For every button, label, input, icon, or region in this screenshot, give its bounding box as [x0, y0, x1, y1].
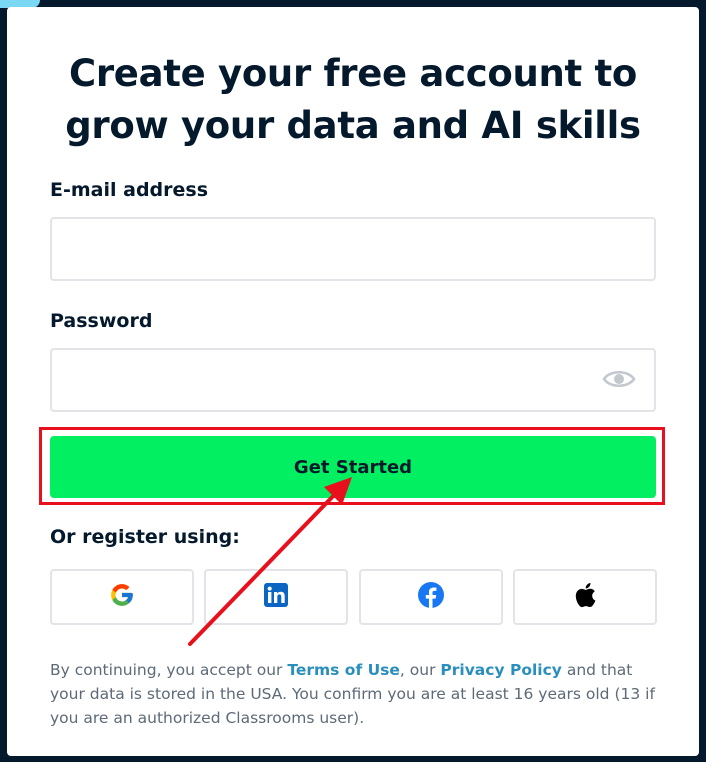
terms-of-use-link[interactable]: Terms of Use [287, 661, 400, 679]
apple-icon [574, 582, 596, 612]
google-icon [109, 582, 135, 612]
page-title: Create your free account to grow your da… [0, 48, 706, 152]
apple-signup-button[interactable] [513, 569, 657, 625]
register-using-heading: Or register using: [50, 526, 240, 548]
title-line-1: Create your free account to [68, 52, 638, 95]
title-line-2: grow your data and AI skills [65, 104, 641, 147]
show-password-eye-icon[interactable] [602, 364, 636, 394]
email-label: E-mail address [50, 179, 209, 201]
legal-notice: By continuing, you accept our Terms of U… [50, 658, 670, 730]
legal-text-1: By continuing, you accept our [50, 660, 288, 679]
privacy-policy-link[interactable]: Privacy Policy [440, 661, 562, 679]
password-input[interactable] [50, 348, 656, 412]
legal-text-2: , our [399, 660, 441, 679]
google-signup-button[interactable] [50, 569, 194, 625]
facebook-signup-button[interactable] [359, 569, 503, 625]
linkedin-signup-button[interactable] [204, 569, 348, 625]
password-label: Password [50, 310, 153, 332]
email-input[interactable] [50, 217, 656, 281]
get-started-button[interactable]: Get Started [50, 436, 656, 498]
facebook-icon [418, 582, 444, 612]
linkedin-icon [264, 583, 288, 611]
